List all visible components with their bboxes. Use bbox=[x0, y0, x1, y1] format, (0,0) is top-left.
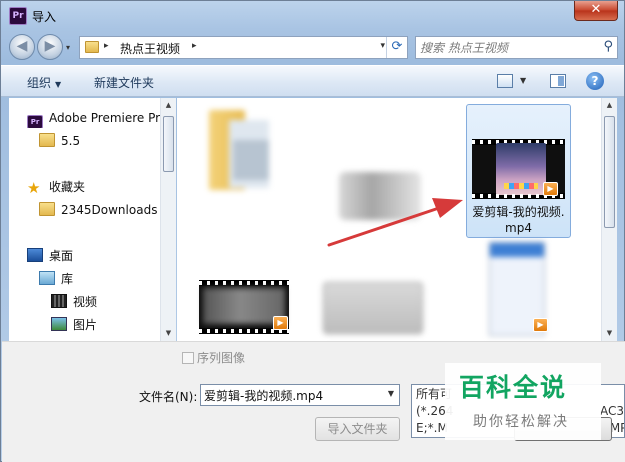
file-tile[interactable]: ▶ bbox=[483, 240, 563, 341]
watermark-subtitle: 助你轻松解决 bbox=[473, 414, 569, 430]
search-box[interactable]: ⚲ bbox=[415, 36, 618, 59]
play-icon: ▶ bbox=[533, 318, 548, 332]
view-options-icon[interactable] bbox=[497, 74, 513, 88]
title-bar: Pr 导入 ✕ bbox=[1, 1, 624, 31]
address-bar[interactable]: ▸ 热点王视频 ▸ ▾ ⟳ bbox=[79, 36, 408, 59]
organize-button[interactable]: 组织 ▼ bbox=[27, 74, 61, 91]
nav-item-label: Adobe Premiere Pro bbox=[49, 111, 168, 125]
navigation-bar: ◀ ▶ ▾ ▸ 热点王视频 ▸ ▾ ⟳ ⚲ bbox=[1, 31, 624, 63]
nav-item-label: 2345Downloads bbox=[61, 203, 158, 217]
file-tile[interactable]: ▶ bbox=[195, 274, 295, 341]
nav-item-pictures[interactable]: 图片 bbox=[51, 315, 175, 335]
preview-pane-icon[interactable] bbox=[550, 74, 566, 88]
nav-item-label: 库 bbox=[61, 272, 74, 286]
forward-button[interactable]: ▶ bbox=[37, 34, 63, 60]
star-icon: ★ bbox=[27, 179, 41, 197]
sequence-checkbox[interactable]: 序列图像 bbox=[182, 349, 245, 366]
folder-icon bbox=[85, 41, 99, 53]
breadcrumb-separator[interactable]: ▸ bbox=[192, 41, 197, 51]
import-folder-button[interactable]: 导入文件夹 bbox=[315, 417, 400, 441]
scroll-down-icon[interactable]: ▼ bbox=[602, 326, 617, 341]
recent-locations-dropdown[interactable]: ▾ bbox=[66, 43, 70, 52]
filename-combobox[interactable]: ▼ bbox=[200, 384, 400, 406]
folder-icon bbox=[39, 133, 55, 147]
checkbox-icon[interactable] bbox=[182, 352, 194, 364]
filename-label: 文件名(N): bbox=[139, 390, 198, 404]
filename-input[interactable] bbox=[204, 387, 374, 403]
sequence-label: 序列图像 bbox=[197, 351, 246, 365]
file-tile[interactable] bbox=[327, 128, 427, 238]
chevron-down-icon[interactable]: ▼ bbox=[388, 389, 394, 398]
scroll-up-icon[interactable]: ▲ bbox=[602, 98, 617, 113]
command-toolbar: 组织 ▼ 新建文件夹 ▼ ? bbox=[1, 65, 624, 97]
refresh-icon[interactable]: ⟳ bbox=[386, 37, 407, 58]
back-button[interactable]: ◀ bbox=[9, 34, 35, 60]
arrow-right-icon: ▶ bbox=[44, 38, 56, 54]
file-tile[interactable] bbox=[319, 274, 429, 341]
file-tile-selected[interactable]: ▶ 爱剪辑-我的视频. mp4 bbox=[466, 104, 571, 238]
library-icon bbox=[39, 271, 55, 285]
file-label-line1: 爱剪辑-我的视频. bbox=[472, 205, 565, 219]
play-icon: ▶ bbox=[273, 316, 288, 330]
nav-item-2345downloads[interactable]: 2345Downloads bbox=[39, 200, 175, 220]
arrow-left-icon: ◀ bbox=[16, 38, 28, 54]
nav-item-label: 图片 bbox=[73, 318, 98, 332]
import-dialog-window: Pr 导入 ✕ ◀ ▶ ▾ ▸ 热点王视频 ▸ ▾ ⟳ ⚲ 组织▼ 新建文件夹 … bbox=[0, 0, 625, 462]
file-list: ▶ 爱剪辑-我的视频. mp4 ▶ ▶ bbox=[177, 98, 601, 341]
view-options-dropdown-icon[interactable]: ▼ bbox=[520, 76, 526, 85]
scrollbar-thumb[interactable] bbox=[163, 116, 174, 172]
scroll-up-icon[interactable]: ▲ bbox=[161, 98, 176, 113]
breadcrumb-current-folder[interactable]: 热点王视频 bbox=[120, 40, 180, 57]
search-input[interactable] bbox=[420, 39, 595, 56]
file-label-line2: mp4 bbox=[505, 221, 532, 235]
nav-item-label: 视频 bbox=[73, 295, 98, 309]
image-thumbnail bbox=[339, 172, 421, 220]
video-library-icon bbox=[51, 294, 67, 308]
play-icon: ▶ bbox=[543, 182, 558, 196]
nav-item-libraries[interactable]: 库 bbox=[39, 269, 175, 289]
close-icon: ✕ bbox=[590, 2, 602, 17]
premiere-icon: Pr bbox=[27, 115, 43, 128]
nav-item-label: 收藏夹 bbox=[49, 180, 86, 194]
nav-item-favorites[interactable]: ★ 收藏夹 bbox=[27, 177, 175, 197]
file-list-scrollbar[interactable]: ▲ ▼ bbox=[601, 98, 617, 341]
nav-item-5-5[interactable]: 5.5 bbox=[39, 131, 175, 151]
address-dropdown-icon[interactable]: ▾ bbox=[380, 41, 385, 51]
close-button[interactable]: ✕ bbox=[574, 1, 618, 21]
nav-item-adobe-premiere[interactable]: Pr Adobe Premiere Pro bbox=[27, 108, 175, 128]
folder-icon bbox=[39, 202, 55, 216]
nav-item-videos[interactable]: 视频 bbox=[51, 292, 175, 312]
file-type-text: E;*.M bbox=[416, 421, 448, 435]
organize-label: 组织 bbox=[27, 76, 52, 90]
new-folder-button[interactable]: 新建文件夹 bbox=[94, 74, 154, 91]
nav-item-label: 桌面 bbox=[49, 249, 74, 263]
nav-item-label: 5.5 bbox=[61, 134, 81, 148]
breadcrumb-separator[interactable]: ▸ bbox=[104, 41, 109, 51]
chevron-down-icon: ▼ bbox=[55, 80, 62, 89]
help-icon[interactable]: ? bbox=[586, 72, 604, 90]
desktop-icon bbox=[27, 248, 43, 262]
premiere-app-icon: Pr bbox=[9, 7, 27, 25]
scroll-down-icon[interactable]: ▼ bbox=[161, 326, 176, 341]
navigation-pane: Pr Adobe Premiere Pro 5.5 ★ 收藏夹 2345Downlo… bbox=[9, 98, 176, 341]
search-icon[interactable]: ⚲ bbox=[603, 39, 613, 54]
window-title: 导入 bbox=[32, 10, 57, 24]
watermark-overlay: 百科全说 助你轻松解决 bbox=[445, 363, 601, 440]
image-thumbnail bbox=[323, 282, 423, 334]
watermark-logo: 百科全说 bbox=[459, 373, 568, 402]
scrollbar-thumb[interactable] bbox=[604, 116, 615, 228]
pictures-library-icon bbox=[51, 317, 67, 331]
file-tile[interactable] bbox=[205, 104, 279, 230]
navigation-pane-scrollbar[interactable]: ▲ ▼ bbox=[160, 98, 176, 341]
folder-thumbnail bbox=[209, 110, 271, 190]
nav-item-desktop[interactable]: 桌面 bbox=[27, 246, 175, 266]
